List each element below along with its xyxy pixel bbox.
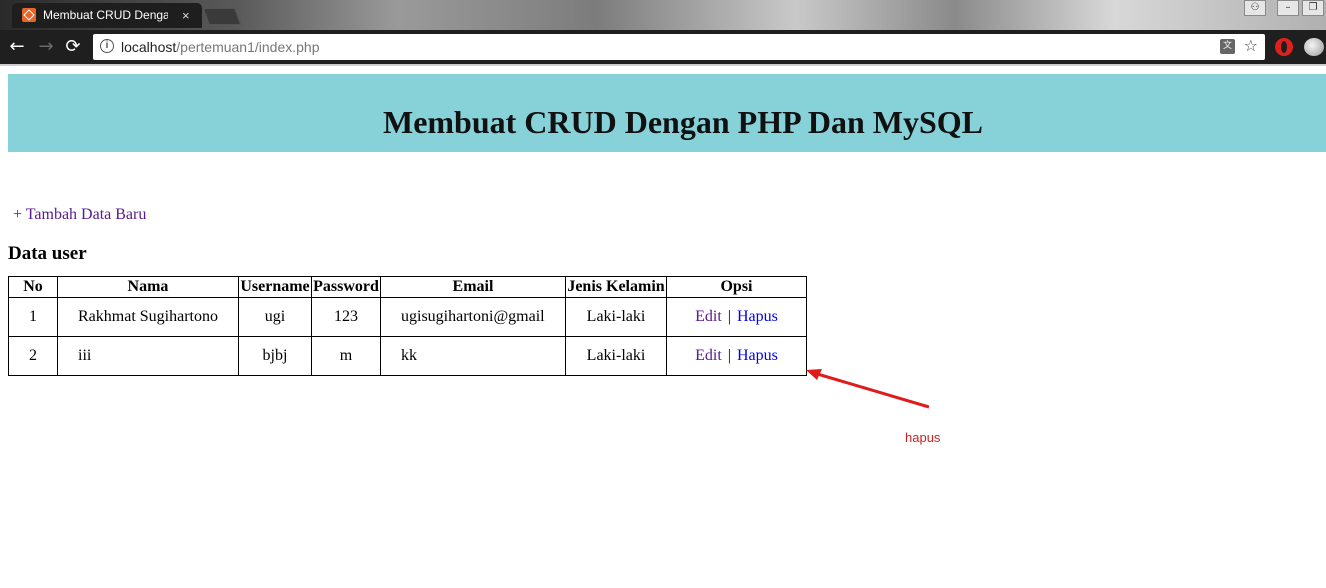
profile-icon[interactable]: ⚇	[1244, 0, 1266, 16]
opera-icon[interactable]	[1275, 38, 1293, 56]
cell-username: ugi	[238, 297, 312, 337]
annotation-label: hapus	[905, 430, 941, 445]
user-table: No Nama Username Password Email Jenis Ke…	[8, 276, 807, 376]
forward-arrow-icon[interactable]: →	[35, 36, 57, 58]
edit-link[interactable]: Edit	[695, 308, 722, 325]
column-header: Jenis Kelamin	[565, 276, 667, 298]
table-row: 1 Rakhmat Sugihartono ugi 123 ugisugihar…	[8, 297, 807, 337]
window-controls: ⚇ – ❐	[1244, 0, 1324, 16]
cell-jenis-kelamin: Laki-laki	[565, 297, 667, 337]
new-tab-button[interactable]	[202, 8, 242, 25]
table-row: 2 iii bjbj m kk Laki-laki Edit | Hapus	[8, 336, 807, 376]
column-header: Username	[238, 276, 312, 298]
annotation-arrow-icon	[806, 369, 930, 409]
cell-no: 2	[8, 336, 58, 376]
cell-username: bjbj	[238, 336, 312, 376]
cell-nama: iii	[57, 336, 239, 376]
cell-jenis-kelamin: Laki-laki	[565, 336, 667, 376]
star-icon[interactable]: ☆	[1244, 36, 1258, 55]
tab-close-icon[interactable]: ×	[182, 8, 190, 23]
browser-toolbar: ← → ⟳ i localhost/pertemuan1/index.php 文…	[0, 30, 1326, 64]
info-icon[interactable]: i	[100, 39, 114, 53]
restore-button[interactable]: ❐	[1302, 0, 1324, 16]
column-header: Password	[311, 276, 381, 298]
chrome-divider	[0, 64, 1326, 66]
cell-opsi: Edit | Hapus	[666, 336, 807, 376]
cell-password: m	[311, 336, 381, 376]
minimize-button[interactable]: –	[1277, 0, 1299, 16]
cell-opsi: Edit | Hapus	[666, 297, 807, 337]
column-header: Opsi	[666, 276, 807, 298]
browser-tab-content[interactable]: Membuat CRUD Dengan PHP Dan MySQL ×	[22, 5, 202, 25]
hapus-link[interactable]: Hapus	[737, 308, 778, 325]
reload-icon[interactable]: ⟳	[62, 36, 84, 58]
hapus-link[interactable]: Hapus	[737, 347, 778, 364]
column-header: No	[8, 276, 58, 298]
add-new-data-link[interactable]: + Tambah Data Baru	[13, 206, 146, 224]
page-title: Membuat CRUD Dengan PHP Dan MySQL	[382, 104, 983, 140]
translate-icon[interactable]: 文	[1220, 39, 1235, 54]
back-arrow-icon[interactable]: ←	[6, 36, 28, 58]
cell-password: 123	[311, 297, 381, 337]
edit-link[interactable]: Edit	[695, 347, 722, 364]
cell-no: 1	[8, 297, 58, 337]
section-title: Data user	[8, 243, 87, 264]
cell-nama: Rakhmat Sugihartono	[57, 297, 239, 337]
cell-email: ugisugihartoni@gmail	[380, 297, 566, 337]
separator: |	[727, 347, 731, 364]
url-text[interactable]: localhost/pertemuan1/index.php	[121, 39, 319, 55]
table-header-row: No Nama Username Password Email Jenis Ke…	[8, 276, 807, 298]
tab-title: Membuat CRUD Dengan PHP Dan MySQL	[43, 8, 168, 22]
url-host: localhost	[121, 39, 177, 55]
separator: |	[727, 308, 731, 325]
browser-chrome: Membuat CRUD Dengan PHP Dan MySQL × ⚇ – …	[0, 0, 1326, 66]
cell-email: kk	[380, 336, 566, 376]
column-header: Email	[380, 276, 566, 298]
extension-icon[interactable]	[1304, 38, 1324, 56]
xampp-favicon-icon	[22, 8, 36, 22]
tab-strip: Membuat CRUD Dengan PHP Dan MySQL × ⚇ – …	[0, 0, 1326, 30]
url-path: /pertemuan1/index.php	[176, 39, 320, 55]
column-header: Nama	[57, 276, 239, 298]
address-bar[interactable]: i localhost/pertemuan1/index.php 文 ☆	[93, 34, 1265, 60]
